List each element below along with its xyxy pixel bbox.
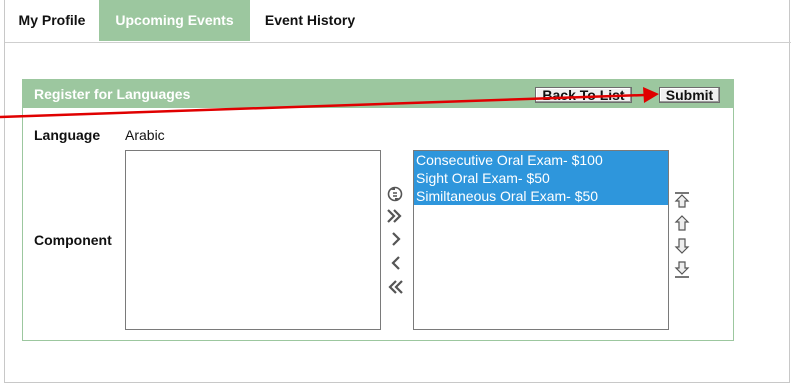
- back-to-list-button[interactable]: Back To List: [535, 87, 632, 103]
- move-top-icon[interactable]: [672, 190, 692, 210]
- list-item[interactable]: Consecutive Oral Exam- $100: [414, 151, 668, 169]
- page-frame: My Profile Upcoming Events Event History…: [4, 0, 791, 383]
- move-down-icon[interactable]: [672, 236, 692, 256]
- panel-header: Register for Languages Back To List Subm…: [23, 80, 733, 108]
- tab-event-history[interactable]: Event History: [250, 0, 370, 41]
- move-bottom-icon[interactable]: [672, 259, 692, 279]
- tab-bar: My Profile Upcoming Events Event History: [5, 0, 791, 43]
- tab-my-profile[interactable]: My Profile: [5, 0, 99, 41]
- component-label: Component: [34, 232, 112, 248]
- available-components-list[interactable]: [125, 150, 381, 330]
- list-item[interactable]: Similtaneous Oral Exam- $50: [414, 187, 668, 205]
- language-value: Arabic: [125, 127, 165, 143]
- language-label: Language: [34, 127, 101, 143]
- register-panel: Register for Languages Back To List Subm…: [22, 79, 734, 341]
- submit-button[interactable]: Submit: [659, 87, 720, 103]
- tab-upcoming-events[interactable]: Upcoming Events: [99, 0, 250, 41]
- selected-components-list[interactable]: Consecutive Oral Exam- $100 Sight Oral E…: [413, 150, 669, 330]
- panel-title: Register for Languages: [34, 86, 191, 102]
- move-all-left-icon[interactable]: [385, 277, 405, 297]
- move-right-icon[interactable]: [387, 229, 407, 249]
- list-item[interactable]: Sight Oral Exam- $50: [414, 169, 668, 187]
- swap-icon[interactable]: [385, 184, 405, 204]
- move-up-icon[interactable]: [672, 213, 692, 233]
- move-left-icon[interactable]: [387, 253, 407, 273]
- move-all-right-icon[interactable]: [385, 206, 405, 226]
